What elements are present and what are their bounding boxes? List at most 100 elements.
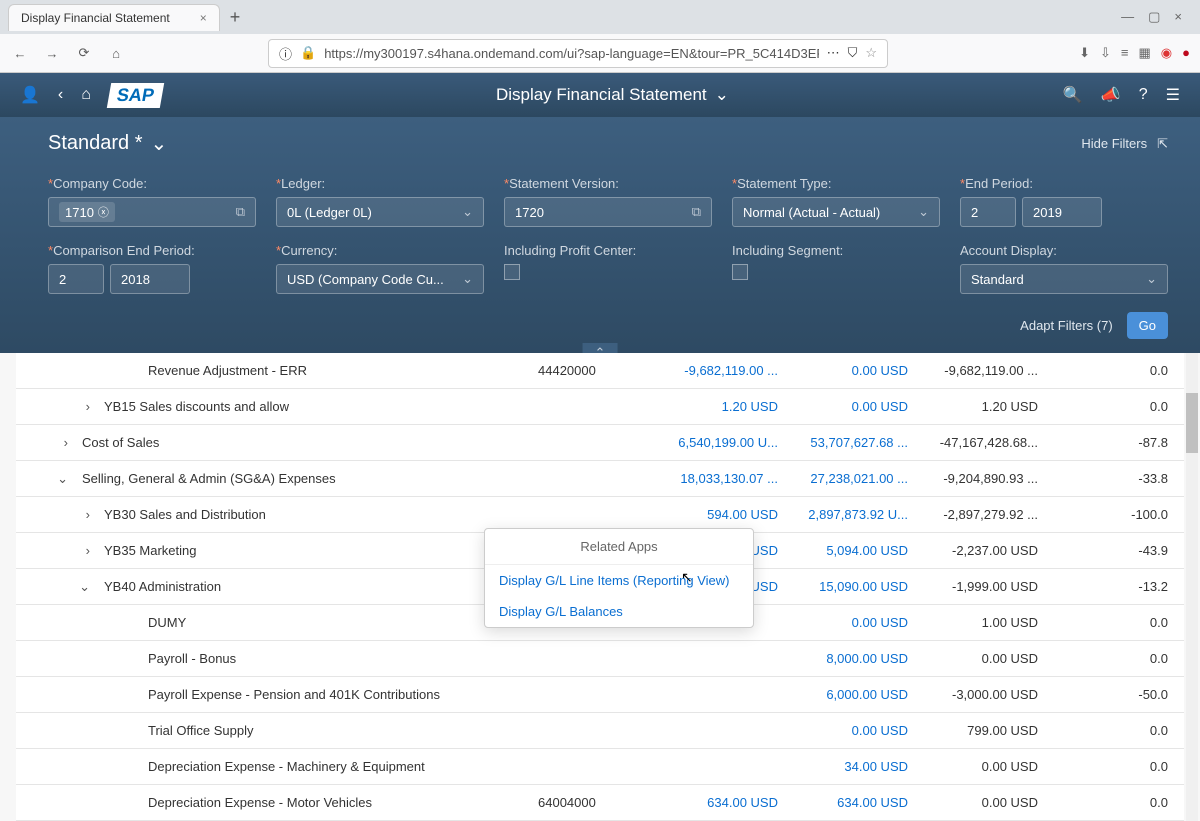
- home-button[interactable]: ⌂: [106, 46, 126, 61]
- amount-cell[interactable]: 34.00 USD: [788, 759, 918, 774]
- token-remove-icon[interactable]: ⓧ: [98, 204, 109, 220]
- expand-icon[interactable]: ⌄: [22, 579, 104, 595]
- filter-label: *Ledger:: [276, 176, 484, 191]
- amount-cell[interactable]: 0.00 USD: [788, 363, 918, 378]
- amount-cell[interactable]: 634.00 USD: [658, 795, 788, 810]
- menu-icon[interactable]: ☰: [1166, 85, 1180, 105]
- new-tab-button[interactable]: +: [230, 7, 241, 28]
- share-icon[interactable]: ⇱: [1157, 136, 1168, 152]
- expand-icon[interactable]: ⌄: [22, 471, 82, 487]
- amount-cell[interactable]: 0.00 USD: [788, 399, 918, 414]
- amount-cell[interactable]: 5,094.00 USD: [788, 543, 918, 558]
- amount-cell: -2,897,279.92 ...: [918, 507, 1048, 522]
- addon-icon[interactable]: ≡: [1121, 45, 1129, 61]
- filter-label: *Statement Type:: [732, 176, 940, 191]
- account-display-select[interactable]: Standard: [960, 264, 1168, 294]
- home-icon[interactable]: ⌂: [81, 86, 91, 104]
- maximize-icon[interactable]: ▢: [1148, 9, 1160, 25]
- info-icon[interactable]: ⓘ: [279, 44, 292, 63]
- scrollbar[interactable]: [1186, 353, 1198, 821]
- row-description: YB30 Sales and Distribution: [104, 507, 538, 522]
- amount-cell[interactable]: 594.00 USD: [658, 507, 788, 522]
- statement-type-select[interactable]: Normal (Actual - Actual): [732, 197, 940, 227]
- minimize-icon[interactable]: —: [1121, 9, 1134, 25]
- amount-cell[interactable]: 634.00 USD: [788, 795, 918, 810]
- sap-logo: SAP: [107, 83, 164, 108]
- url-bar[interactable]: ⓘ 🔒 https://my300197.s4hana.ondemand.com…: [268, 39, 888, 68]
- filter-label: *Comparison End Period:: [48, 243, 256, 258]
- amount-cell[interactable]: 27,238,021.00 ...: [788, 471, 918, 486]
- filter-label: *Statement Version:: [504, 176, 712, 191]
- amount-cell[interactable]: 53,707,627.68 ...: [788, 435, 918, 450]
- account-number: 64004000: [538, 795, 658, 810]
- reader-icon[interactable]: ⛉: [848, 45, 858, 61]
- adapt-filters-button[interactable]: Adapt Filters (7): [1020, 318, 1112, 333]
- amount-cell[interactable]: 0.00 USD: [788, 723, 918, 738]
- close-window-icon[interactable]: ×: [1174, 9, 1182, 25]
- row-description: Payroll Expense - Pension and 401K Contr…: [148, 687, 538, 702]
- filter-label: *End Period:: [960, 176, 1168, 191]
- amount-cell[interactable]: 15,090.00 USD: [788, 579, 918, 594]
- forward-button[interactable]: →: [42, 46, 62, 61]
- profit-center-checkbox[interactable]: [504, 264, 520, 280]
- value-help-icon[interactable]: ⧉: [236, 204, 245, 220]
- comp-end-period-period[interactable]: 2: [48, 264, 104, 294]
- amount-cell[interactable]: 0.00 USD: [788, 615, 918, 630]
- variant-selector[interactable]: Standard * ⌄: [48, 131, 167, 156]
- expand-icon[interactable]: ›: [22, 543, 104, 558]
- amount-cell: 0.0: [1048, 651, 1178, 666]
- comp-end-period-year[interactable]: 2018: [110, 264, 190, 294]
- more-icon[interactable]: ⋯: [827, 45, 840, 61]
- popup-item-balances[interactable]: Display G/L Balances: [485, 596, 753, 627]
- amount-cell[interactable]: 18,033,130.07 ...: [658, 471, 788, 486]
- end-period-year[interactable]: 2019: [1022, 197, 1102, 227]
- amount-cell: -33.8: [1048, 471, 1178, 486]
- amount-cell: -50.0: [1048, 687, 1178, 702]
- amount-cell: 0.0: [1048, 363, 1178, 378]
- expand-icon[interactable]: ›: [22, 399, 104, 414]
- statement-version-input[interactable]: 1720 ⧉: [504, 197, 712, 227]
- browser-tab[interactable]: Display Financial Statement ×: [8, 4, 220, 31]
- go-button[interactable]: Go: [1127, 312, 1168, 339]
- notification-icon[interactable]: 📣: [1101, 85, 1121, 105]
- table-row: Depreciation Expense - Machinery & Equip…: [16, 749, 1184, 785]
- segment-checkbox[interactable]: [732, 264, 748, 280]
- ledger-select[interactable]: 0L (Ledger 0L): [276, 197, 484, 227]
- value-help-icon[interactable]: ⧉: [692, 204, 701, 220]
- filter-label: Account Display:: [960, 243, 1168, 258]
- amount-cell[interactable]: 8,000.00 USD: [788, 651, 918, 666]
- currency-select[interactable]: USD (Company Code Cu...: [276, 264, 484, 294]
- close-tab-icon[interactable]: ×: [200, 11, 207, 25]
- user-icon[interactable]: 👤: [20, 85, 40, 105]
- company-code-input[interactable]: 1710ⓧ ⧉: [48, 197, 256, 227]
- end-period-period[interactable]: 2: [960, 197, 1016, 227]
- expand-icon[interactable]: ›: [22, 507, 104, 522]
- help-icon[interactable]: ?: [1139, 86, 1148, 104]
- amount-cell: 0.0: [1048, 615, 1178, 630]
- back-icon[interactable]: ‹: [58, 86, 63, 104]
- addon-icon[interactable]: ▦: [1139, 45, 1151, 61]
- addon-icon[interactable]: ●: [1182, 45, 1190, 61]
- popup-title: Related Apps: [485, 529, 753, 565]
- amount-cell[interactable]: 2,897,873.92 U...: [788, 507, 918, 522]
- search-icon[interactable]: 🔍: [1063, 85, 1083, 105]
- amount-cell[interactable]: 1.20 USD: [658, 399, 788, 414]
- amount-cell[interactable]: -9,682,119.00 ...: [658, 363, 788, 378]
- row-description: Payroll - Bonus: [148, 651, 538, 666]
- amount-cell[interactable]: 6,000.00 USD: [788, 687, 918, 702]
- expand-icon[interactable]: ›: [22, 435, 82, 450]
- hide-filters-button[interactable]: Hide Filters: [1081, 136, 1147, 151]
- bookmark-icon[interactable]: ☆: [865, 45, 877, 61]
- amount-cell: -2,237.00 USD: [918, 543, 1048, 558]
- addon-icon[interactable]: ⬇: [1079, 45, 1090, 61]
- amount-cell: 1.00 USD: [918, 615, 1048, 630]
- filter-label: *Company Code:: [48, 176, 256, 191]
- page-title[interactable]: Display Financial Statement ⌄: [496, 85, 729, 105]
- back-button[interactable]: ←: [10, 46, 30, 61]
- amount-cell[interactable]: 6,540,199.00 U...: [658, 435, 788, 450]
- addon-icon[interactable]: ⇩: [1100, 45, 1111, 61]
- addon-icon[interactable]: ◉: [1161, 45, 1172, 61]
- filter-label: Including Segment:: [732, 243, 940, 258]
- reload-button[interactable]: ⟳: [74, 45, 94, 61]
- popup-item-line-items[interactable]: Display G/L Line Items (Reporting View): [485, 565, 753, 596]
